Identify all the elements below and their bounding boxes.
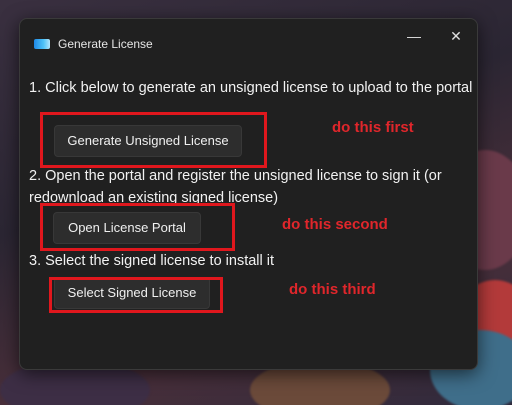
app-icon <box>34 39 50 49</box>
highlight-box-third <box>49 277 223 313</box>
annotation-third: do this third <box>289 281 376 298</box>
minimize-icon[interactable]: — <box>398 23 430 49</box>
desktop-background: Generate License — ✕ 1. Click below to g… <box>0 0 512 405</box>
title-bar[interactable]: Generate License — ✕ <box>20 19 477 67</box>
window-title: Generate License <box>58 37 153 51</box>
annotation-second: do this second <box>282 216 388 233</box>
highlight-box-second <box>40 203 235 251</box>
step-3-text: 3. Select the signed license to install … <box>29 253 275 269</box>
generate-license-window: Generate License — ✕ 1. Click below to g… <box>19 18 478 370</box>
highlight-box-first <box>40 112 267 168</box>
step-1-text: 1. Click below to generate an unsigned l… <box>29 80 473 96</box>
annotation-first: do this first <box>332 119 414 136</box>
close-icon[interactable]: ✕ <box>440 23 472 49</box>
